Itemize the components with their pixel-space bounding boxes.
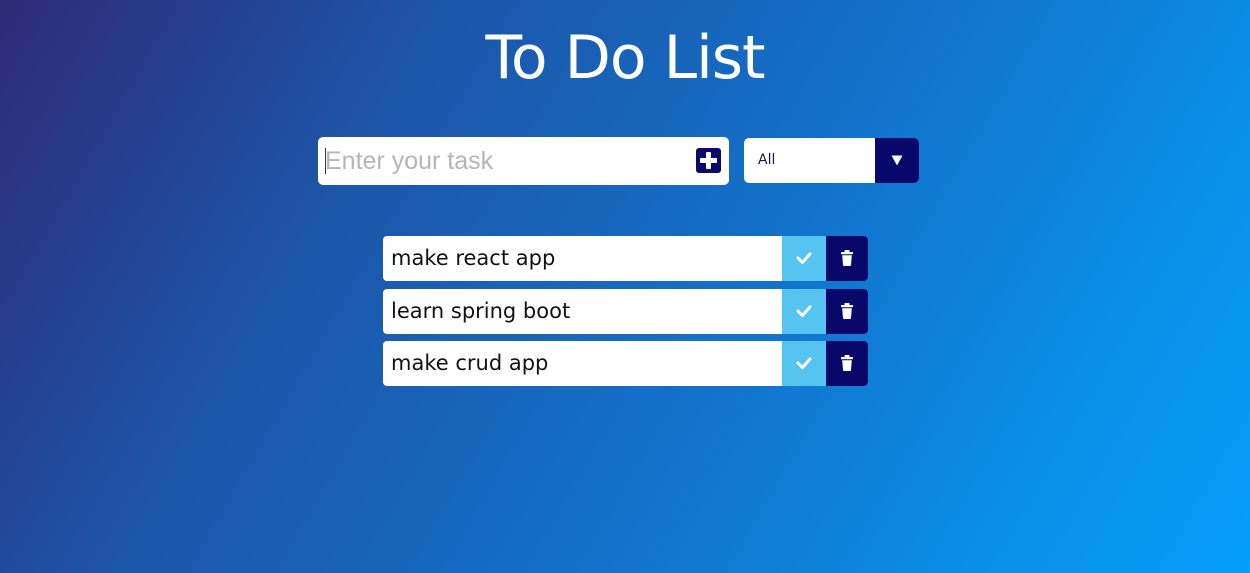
text-cursor xyxy=(325,148,326,174)
todo-item: make react app xyxy=(383,236,868,281)
delete-button[interactable] xyxy=(826,236,868,281)
complete-button[interactable] xyxy=(782,288,826,334)
complete-button[interactable] xyxy=(782,236,826,281)
caret-down-icon xyxy=(891,155,903,166)
todo-text: make react app xyxy=(391,246,556,270)
add-task-button[interactable] xyxy=(696,148,721,173)
delete-button[interactable] xyxy=(826,341,868,386)
todo-list: make react app learn spring boot make cr… xyxy=(383,236,868,394)
task-input[interactable] xyxy=(325,143,685,179)
page-title: To Do List xyxy=(485,23,765,93)
todo-text: make crud app xyxy=(391,351,549,375)
check-icon xyxy=(796,305,812,317)
plus-square-icon xyxy=(700,152,717,169)
todo-item: make crud app xyxy=(383,341,868,386)
complete-button[interactable] xyxy=(782,341,826,386)
trash-icon xyxy=(841,355,853,371)
task-form xyxy=(318,137,729,185)
trash-icon xyxy=(841,302,853,319)
todo-item: learn spring boot xyxy=(383,288,868,334)
filter-select[interactable]: All xyxy=(744,138,919,183)
filter-selected-value: All xyxy=(758,152,776,168)
todo-text: learn spring boot xyxy=(391,298,571,323)
filter-dropdown-toggle[interactable] xyxy=(875,138,919,183)
trash-icon xyxy=(841,250,853,266)
check-icon xyxy=(796,252,812,264)
check-icon xyxy=(796,357,812,369)
delete-button[interactable] xyxy=(826,288,868,334)
